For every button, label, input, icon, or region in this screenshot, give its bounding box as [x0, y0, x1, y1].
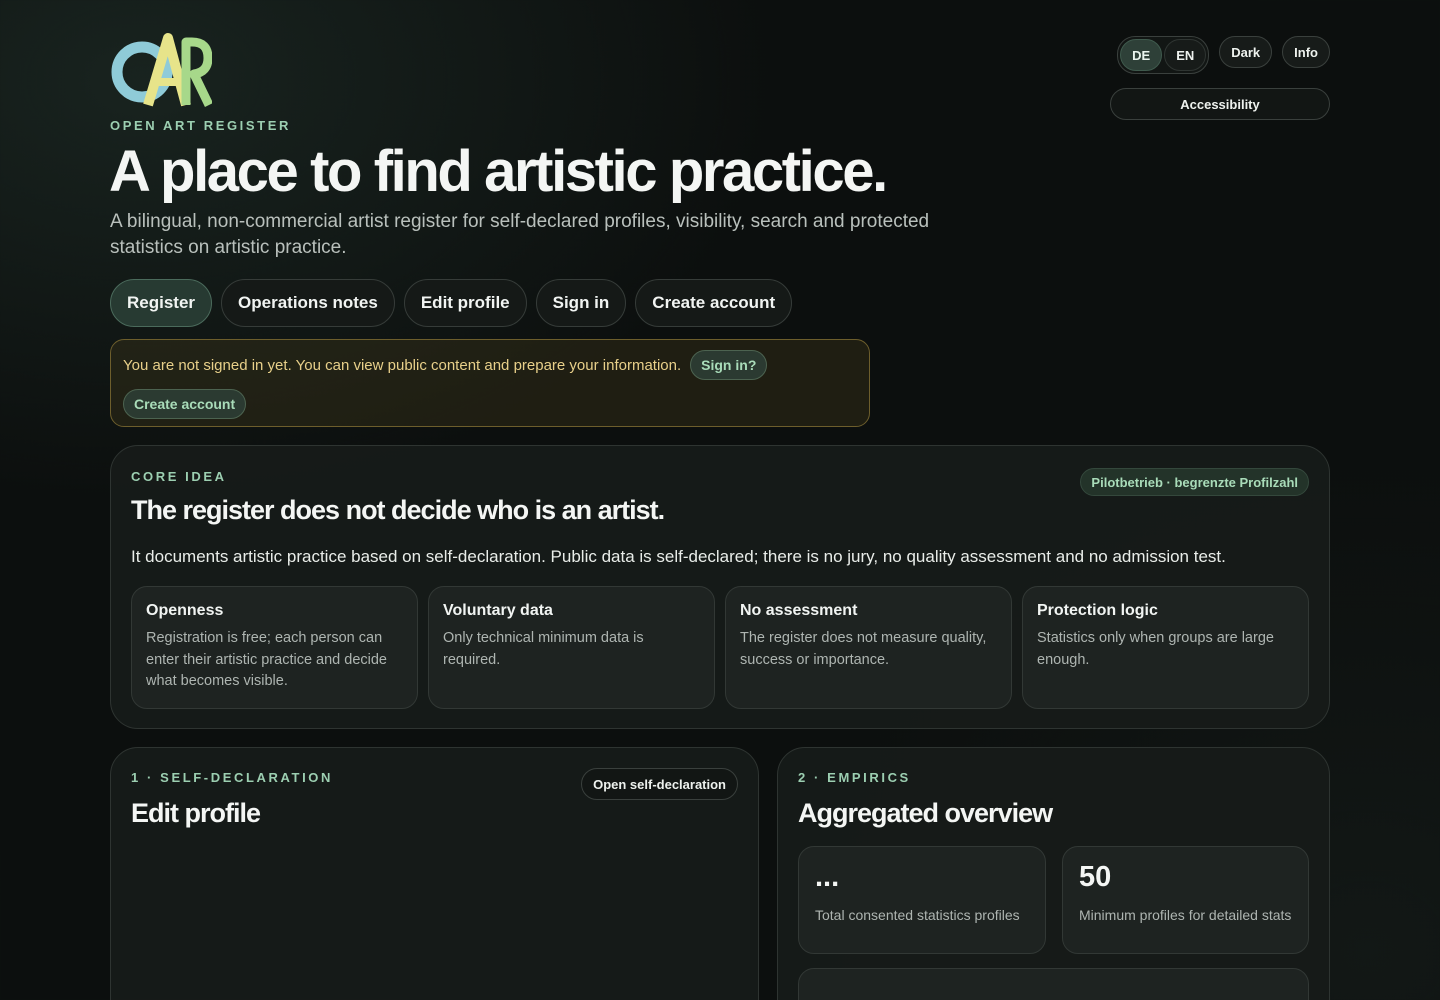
top-controls: DE EN Dark Info Accessibility: [1110, 36, 1330, 120]
stat-minimum-profiles: 50 Minimum profiles for detailed stats: [1062, 846, 1309, 954]
page-headline: A place to find artistic practice.: [109, 139, 888, 204]
core-description: It documents artistic practice based on …: [131, 547, 1226, 566]
stat-value: ...: [815, 861, 840, 893]
self-declaration-eyebrow: 1 · SELF-DECLARATION: [131, 770, 333, 785]
stat-label: Total consented statistics profiles: [815, 907, 1020, 923]
accessibility-button[interactable]: Accessibility: [1110, 88, 1330, 120]
oar-logo: [108, 32, 214, 108]
sign-in-notice: You are not signed in yet. You can view …: [110, 339, 870, 427]
principle-title: No assessment: [740, 602, 858, 619]
notice-sign-in-button[interactable]: Sign in?: [690, 350, 768, 380]
principle-card: Voluntary data Only technical minimum da…: [428, 586, 715, 709]
principle-text: The register does not measure quality, s…: [740, 630, 987, 668]
main-nav: Register Operations notes Edit profile S…: [110, 279, 793, 327]
principle-text: Only technical minimum data is required.: [443, 630, 644, 668]
language-switcher: DE EN: [1117, 36, 1210, 74]
principle-title: Protection logic: [1037, 602, 1158, 619]
self-declaration-title: Edit profile: [131, 798, 261, 828]
stat-total-profiles: ... Total consented statistics profiles: [798, 846, 1046, 954]
notice-create-account-button[interactable]: Create account: [123, 389, 247, 419]
nav-sign-in[interactable]: Sign in: [535, 279, 627, 327]
theme-toggle-button[interactable]: Dark: [1219, 36, 1273, 68]
stat-value: 50: [1079, 861, 1112, 893]
principles-list: Openness Registration is free; each pers…: [131, 586, 1309, 709]
empirics-eyebrow: 2 · EMPIRICS: [798, 770, 911, 785]
core-title: The register does not decide who is an a…: [131, 495, 665, 525]
empirics-card: 2 · EMPIRICS Aggregated overview ... Tot…: [777, 747, 1330, 1000]
stat-label: Minimum profiles for detailed stats: [1079, 907, 1292, 923]
principle-text: Registration is free; each person can en…: [146, 630, 387, 689]
self-declaration-card: 1 · SELF-DECLARATION Open self-declarati…: [110, 747, 759, 1000]
principle-card: Protection logic Statistics only when gr…: [1022, 586, 1309, 709]
page-lead: A bilingual, non-commercial artist regis…: [110, 211, 930, 258]
lang-en-button[interactable]: EN: [1164, 39, 1207, 71]
principle-title: Openness: [146, 602, 224, 619]
nav-create-account[interactable]: Create account: [635, 279, 793, 327]
principle-title: Voluntary data: [443, 602, 553, 619]
nav-operations-notes[interactable]: Operations notes: [221, 279, 395, 327]
stat-card-placeholder: [798, 968, 1309, 1000]
core-idea-card: CORE IDEA Pilotbetrieb · begrenzte Profi…: [110, 445, 1330, 729]
nav-edit-profile[interactable]: Edit profile: [403, 279, 527, 327]
empirics-title: Aggregated overview: [798, 798, 1053, 828]
notice-text: You are not signed in yet. You can view …: [123, 356, 682, 374]
info-button[interactable]: Info: [1282, 36, 1330, 68]
oar-logo-mark: [111, 33, 214, 107]
nav-register[interactable]: Register: [110, 279, 213, 327]
open-self-declaration-button[interactable]: Open self-declaration: [581, 768, 738, 800]
core-eyebrow: CORE IDEA: [131, 469, 227, 484]
principle-card: Openness Registration is free; each pers…: [131, 586, 418, 709]
principle-card: No assessment The register does not meas…: [725, 586, 1012, 709]
pilot-status-badge: Pilotbetrieb · begrenzte Profilzahl: [1080, 468, 1309, 496]
lang-de-button[interactable]: DE: [1120, 39, 1163, 71]
principle-text: Statistics only when groups are large en…: [1037, 630, 1274, 668]
brand-name: OPEN ART REGISTER: [110, 118, 291, 133]
